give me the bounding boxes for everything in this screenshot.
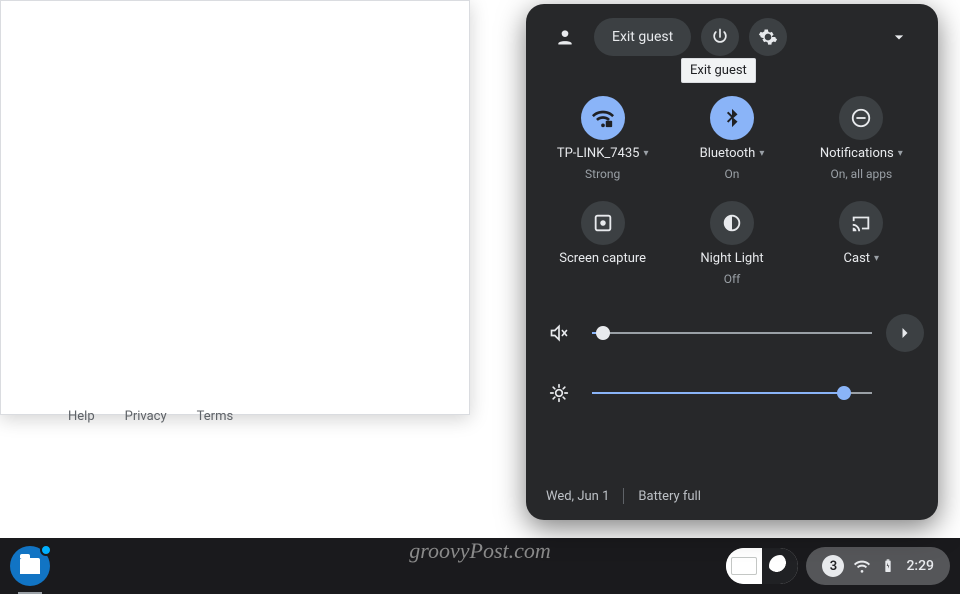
power-icon <box>710 27 730 47</box>
tile-screen-capture[interactable]: Screen capture <box>538 193 667 294</box>
brightness-slider[interactable] <box>592 392 872 394</box>
background-window <box>0 0 470 415</box>
status-tray[interactable]: 3 2:29 <box>806 547 950 585</box>
footer-link-terms[interactable]: Terms <box>197 409 234 424</box>
dnd-icon <box>839 96 883 140</box>
tile-night-light-label: Night Light <box>700 251 763 266</box>
clock-text: 2:29 <box>906 558 934 574</box>
tile-wifi[interactable]: TP-LINK_7435▾ Strong <box>538 88 667 189</box>
footer-link-help[interactable]: Help <box>68 409 95 424</box>
panel-footer: Wed, Jun 1 Battery full <box>526 472 938 520</box>
brightness-icon <box>549 383 569 403</box>
wifi-icon <box>854 558 870 574</box>
tile-cast-label: Cast▾ <box>844 251 880 266</box>
window-footer-links: Help Privacy Terms <box>68 409 233 424</box>
chevron-down-icon <box>889 27 909 47</box>
brightness-row <box>540 374 924 412</box>
mute-button[interactable] <box>540 314 578 352</box>
chevron-down-icon: ▾ <box>898 148 903 159</box>
tile-bluetooth[interactable]: Bluetooth▾ On <box>667 88 796 189</box>
tile-cast[interactable]: Cast▾ <box>797 193 926 294</box>
gear-icon <box>758 27 778 47</box>
battery-text: Battery full <box>638 489 700 504</box>
screen-capture-icon <box>581 201 625 245</box>
tiles-grid: TP-LINK_7435▾ Strong Bluetooth▾ On Notif… <box>526 56 938 304</box>
exit-guest-button[interactable]: Exit guest <box>594 18 691 56</box>
tile-wifi-sub: Strong <box>585 167 620 181</box>
tile-bluetooth-sub: On <box>725 167 740 181</box>
tile-bluetooth-label: Bluetooth▾ <box>700 146 765 161</box>
exit-guest-label: Exit guest <box>612 29 673 45</box>
power-button[interactable] <box>701 18 739 56</box>
sliders-area <box>526 304 938 418</box>
chevron-down-icon: ▾ <box>643 148 648 159</box>
moon-icon <box>769 555 791 577</box>
volume-row <box>540 314 924 352</box>
footer-link-privacy[interactable]: Privacy <box>125 409 167 424</box>
tile-notifications-sub: On, all apps <box>830 167 892 181</box>
browser-windows-pill[interactable] <box>726 548 798 584</box>
wifi-icon <box>581 96 625 140</box>
notification-dot <box>40 544 52 556</box>
tile-screen-capture-label: Screen capture <box>559 251 646 266</box>
chevron-right-icon <box>895 323 915 343</box>
battery-icon <box>880 558 896 574</box>
notification-count-badge: 3 <box>822 555 844 577</box>
volume-muted-icon <box>549 323 569 343</box>
tile-notifications[interactable]: Notifications▾ On, all apps <box>797 88 926 189</box>
date-text: Wed, Jun 1 <box>546 489 609 504</box>
bluetooth-icon <box>710 96 754 140</box>
footer-divider <box>623 488 624 504</box>
chevron-down-icon: ▾ <box>874 253 879 264</box>
tile-wifi-label: TP-LINK_7435▾ <box>557 146 649 161</box>
chevron-down-icon: ▾ <box>759 148 764 159</box>
collapse-button[interactable] <box>880 18 918 56</box>
shelf-right-cluster: 3 2:29 <box>726 547 950 585</box>
brightness-button[interactable] <box>540 374 578 412</box>
window-thumbnail-icon <box>731 557 757 575</box>
settings-button[interactable] <box>749 18 787 56</box>
volume-slider[interactable] <box>592 332 872 334</box>
tile-night-light[interactable]: Night Light Off <box>667 193 796 294</box>
cast-icon <box>839 201 883 245</box>
person-icon <box>555 27 575 47</box>
audio-settings-button[interactable] <box>886 314 924 352</box>
night-light-icon <box>710 201 754 245</box>
guest-avatar-icon[interactable] <box>546 18 584 56</box>
watermark-text: groovyPost.com <box>409 538 551 564</box>
panel-top-row: Exit guest <box>526 18 938 56</box>
files-app-icon[interactable] <box>10 546 50 586</box>
folder-icon <box>20 558 40 574</box>
tile-notifications-label: Notifications▾ <box>820 146 903 161</box>
exit-guest-tooltip: Exit guest <box>681 58 756 83</box>
quick-settings-panel: Exit guest Exit guest TP-LINK_7435▾ Stro… <box>526 4 938 520</box>
tile-night-light-sub: Off <box>724 272 741 286</box>
